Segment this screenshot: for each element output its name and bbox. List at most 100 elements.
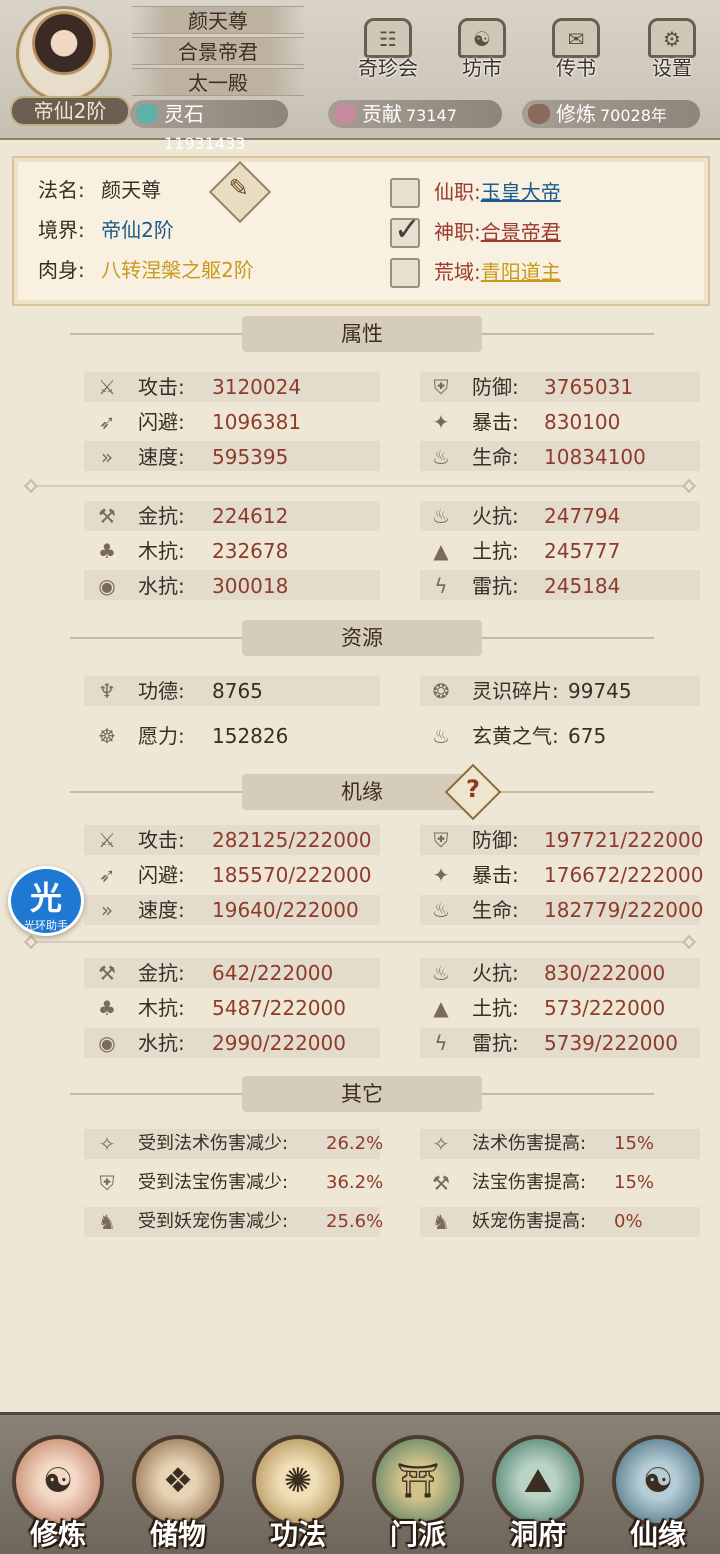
artifact-boost-icon: ⚒ [432, 1171, 450, 1195]
stat-value: 2990/222000 [212, 1031, 346, 1055]
fortune-help-button[interactable]: ? [444, 763, 502, 821]
stat-value: 99745 [568, 679, 632, 703]
pet-reduction-icon: ♞ [98, 1210, 116, 1234]
settings-button[interactable]: ⚙ 设置 [634, 18, 710, 88]
hall-title: 太一殿 [132, 68, 304, 96]
stat-fire-resist: ♨ 火抗: 830/222000 [428, 958, 718, 988]
stat-defense: ⛨ 防御: 3765031 [428, 372, 718, 402]
earth-resist-icon: ▲ [433, 539, 449, 563]
stat-soul-shard: ❂ 灵识碎片: 99745 [428, 676, 718, 706]
soul-shard-icon: ❂ [432, 679, 450, 703]
nav-skills[interactable]: ✺ 功法 [242, 1429, 354, 1553]
god-post-title: 合景帝君 [132, 37, 304, 65]
stat-label: 暴击: [472, 410, 519, 434]
wild-domain-link[interactable]: 青阳道主 [481, 260, 561, 284]
stat-life: ♨ 生命: 10834100 [428, 442, 718, 472]
market-button[interactable]: ☯ 坊市 [444, 18, 520, 88]
stat-pet-boost: ♞ 妖宠伤害提高: 0% [428, 1207, 718, 1237]
dodge-icon: ➶ [98, 410, 116, 434]
realm-value: 帝仙2阶 [101, 218, 174, 242]
stat-defense: ⛨ 防御: 197721/222000 [428, 825, 718, 855]
stat-earth-resist: ▲ 土抗: 573/222000 [428, 993, 718, 1023]
stat-speed: » 速度: 595395 [94, 442, 394, 472]
brush-icon: ✎ [228, 173, 249, 202]
nav-cultivate[interactable]: ☯ 修炼 [2, 1429, 114, 1553]
immortal-post-link[interactable]: 玉皇大帝 [481, 180, 561, 204]
stat-attack: ⚔ 攻击: 3120024 [94, 372, 394, 402]
critical-icon: ✦ [432, 863, 450, 887]
resource-bar: 灵石11931433 贡献 73147 修炼 70028年 [130, 100, 710, 153]
stat-metal-resist: ⚒ 金抗: 224612 [94, 501, 394, 531]
stat-label: 攻击: [138, 375, 185, 399]
stat-value: 245184 [544, 574, 621, 598]
stat-artifact-boost: ⚒ 法宝伤害提高: 15% [428, 1168, 718, 1198]
immortal-post-row: 仙职:玉皇大帝 [434, 180, 561, 204]
bottom-navigation: ☯ 修炼 ❖ 储物 ✺ 功法 ⛩ 门派 ⛰ 洞府 ☯ 仙缘 [0, 1412, 720, 1554]
stat-spell-reduction: ✧ 受到法术伤害减少: 26.2% [94, 1129, 394, 1159]
stat-label: 土抗: [472, 996, 519, 1020]
avatar-frame[interactable] [6, 4, 124, 104]
attack-icon: ⚔ [98, 375, 116, 399]
life-icon: ♨ [432, 445, 450, 469]
nav-sect[interactable]: ⛩ 门派 [362, 1429, 474, 1553]
stat-label: 雷抗: [472, 1031, 519, 1055]
god-post-row: 神职:合景帝君 [434, 220, 561, 244]
pet-boost-icon: ♞ [432, 1210, 450, 1234]
stat-water-resist: ◉ 水抗: 2990/222000 [94, 1028, 394, 1058]
stat-label: 火抗: [472, 504, 519, 528]
water-resist-icon: ◉ [98, 1031, 116, 1055]
realm-row: 境界: 帝仙2阶 [38, 218, 174, 242]
nav-cave-mansion[interactable]: ⛰ 洞府 [482, 1429, 594, 1553]
dharma-name: 颜天尊 [101, 178, 162, 202]
stat-label: 水抗: [138, 1031, 185, 1055]
stat-value: 8765 [212, 679, 263, 703]
rename-brush-button[interactable]: ✎ [208, 160, 272, 224]
check-icon: ✓ [394, 210, 421, 248]
critical-icon: ✦ [432, 410, 450, 434]
stat-label: 金抗: [138, 504, 185, 528]
letter-label: 传书 [556, 56, 596, 80]
stat-label: 速度: [138, 445, 185, 469]
halo-assistant-button[interactable]: 光 光环助手 [8, 866, 84, 936]
letter-button[interactable]: ✉ 传书 [538, 18, 614, 88]
realm-badge: 帝仙2阶 [10, 96, 130, 126]
stat-label: 金抗: [138, 961, 185, 985]
wild-domain-checkbox[interactable] [390, 258, 420, 288]
contribution-icon [334, 104, 356, 124]
stat-dodge: ➶ 闪避: 185570/222000 [94, 860, 394, 890]
stat-value: 642/222000 [212, 961, 334, 985]
avatar[interactable] [16, 6, 112, 102]
stat-label: 水抗: [138, 574, 185, 598]
stat-value: 282125/222000 [212, 828, 372, 852]
stat-value: 197721/222000 [544, 828, 704, 852]
stat-label: 速度: [138, 898, 185, 922]
stat-value: 15% [614, 1172, 655, 1193]
resources-section-header: 资源 [70, 620, 654, 656]
metal-resist-icon: ⚒ [98, 504, 116, 528]
stat-dodge: ➶ 闪避: 1096381 [94, 407, 394, 437]
stat-value: 3765031 [544, 375, 634, 399]
body-row: 肉身: 八转涅槃之躯2阶 [38, 258, 254, 282]
stat-thunder-resist: ϟ 雷抗: 245184 [428, 571, 718, 601]
god-post-checkbox[interactable]: ✓ [390, 210, 421, 248]
player-name-title: 颜天尊 [132, 6, 304, 34]
stat-value: 247794 [544, 504, 621, 528]
treasure-pavilion-label: 奇珍会 [358, 56, 418, 80]
immortal-post-checkbox[interactable] [390, 178, 420, 208]
stat-value: 245777 [544, 539, 621, 563]
treasure-pavilion-button[interactable]: ☷ 奇珍会 [350, 18, 426, 88]
stat-label: 受到法宝伤害减少: [138, 1172, 289, 1193]
stat-critical: ✦ 暴击: 830100 [428, 407, 718, 437]
stat-label: 生命: [472, 445, 519, 469]
stat-value: 185570/222000 [212, 863, 372, 887]
fire-resist-icon: ♨ [432, 504, 450, 528]
nav-immortal-fate[interactable]: ☯ 仙缘 [602, 1429, 714, 1553]
market-label: 坊市 [462, 56, 502, 80]
stat-value: 182779/222000 [544, 898, 704, 922]
section-divider [23, 478, 697, 494]
nav-storage[interactable]: ❖ 储物 [122, 1429, 234, 1553]
thunder-resist-icon: ϟ [434, 1031, 448, 1055]
stat-label: 攻击: [138, 828, 185, 852]
god-post-link[interactable]: 合景帝君 [481, 220, 561, 244]
stat-label: 防御: [472, 828, 519, 852]
